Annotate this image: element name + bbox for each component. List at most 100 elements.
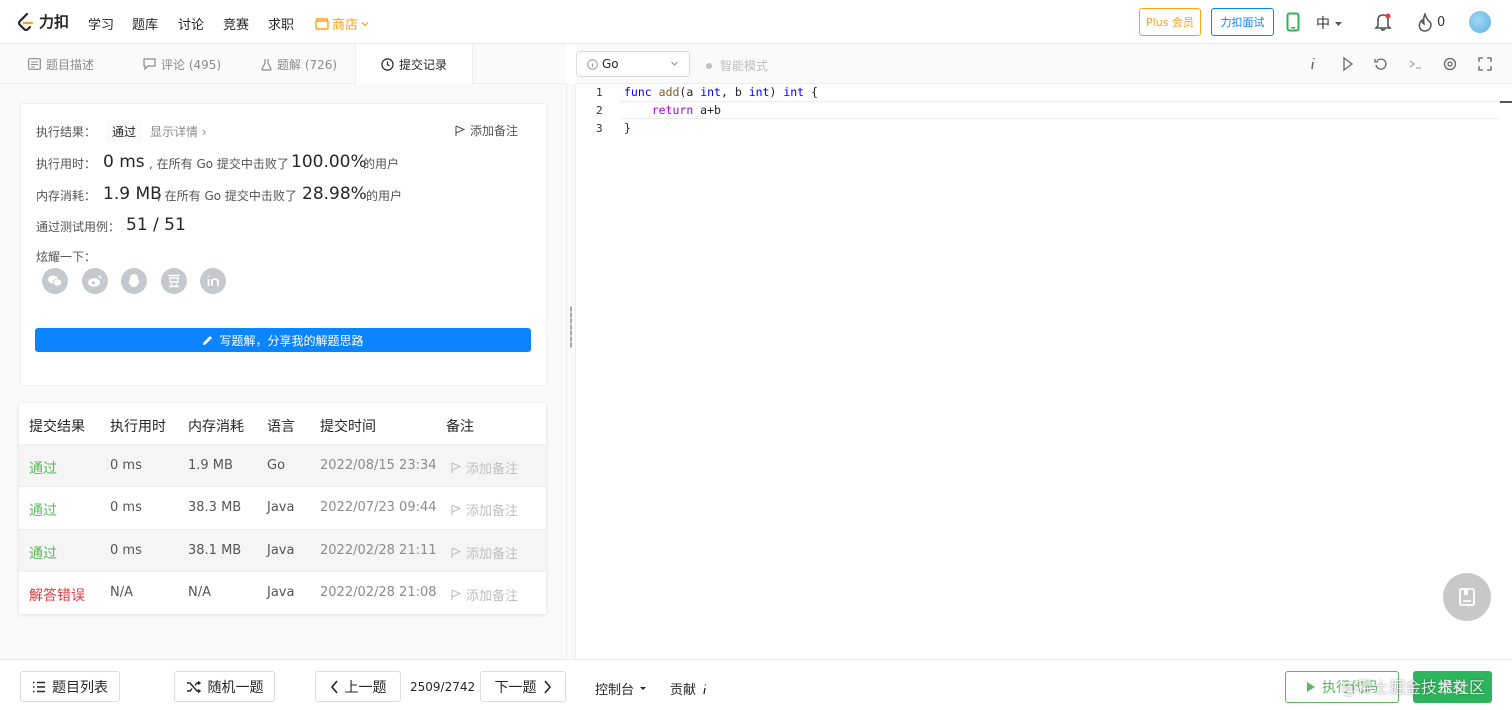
italic-info-icon	[703, 684, 707, 694]
line-number: 2	[596, 104, 603, 117]
table-row[interactable]: 通过 0 ms 38.1 MB Java 2022/02/28 21:11 添加…	[19, 529, 546, 571]
douban-icon[interactable]	[161, 268, 187, 294]
write-solution-button[interactable]: 写题解，分享我的解题思路	[35, 328, 531, 352]
submissions-table: 提交结果 执行用时 内存消耗 语言 提交时间 备注 通过 0 ms 1.9 MB…	[19, 403, 546, 614]
language-select[interactable]: Go	[576, 51, 690, 77]
interview-button[interactable]: 力扣面试	[1211, 8, 1274, 36]
nav-item-problems[interactable]: 题库	[132, 14, 158, 33]
caret-down-icon	[640, 687, 647, 690]
language-switch[interactable]: 中	[1316, 13, 1343, 33]
row-add-note[interactable]: 添加备注	[451, 458, 518, 477]
fullscreen-icon[interactable]	[1477, 56, 1493, 72]
row-result[interactable]: 通过	[29, 500, 57, 520]
memory-users-suffix: 的用户	[366, 189, 403, 203]
exec-result-label: 执行结果：	[36, 125, 97, 139]
info-circle-icon	[587, 58, 598, 70]
runtime-users-suffix: 的用户	[363, 157, 400, 171]
streak-count: 0	[1437, 15, 1446, 30]
panel-resizer[interactable]	[566, 84, 576, 659]
chevron-left-icon	[330, 679, 338, 694]
table-row[interactable]: 解答错误 N/A N/A Java 2022/02/28 21:08 添加备注	[19, 571, 546, 613]
nav-item-jobs[interactable]: 求职	[268, 14, 294, 33]
tab-solutions[interactable]: 题解 (726)	[261, 44, 337, 84]
show-detail-link[interactable]: 显示详情 ›	[150, 123, 207, 140]
watermark: @稀土掘金技术社区	[1341, 678, 1486, 697]
next-problem-button[interactable]: 下一题	[480, 671, 566, 702]
tab-submissions-label: 提交记录	[398, 58, 447, 72]
runtime-value: 0 ms	[103, 152, 145, 172]
gear-icon[interactable]	[1442, 56, 1458, 72]
scrollbar-marker	[1500, 101, 1512, 103]
row-add-note[interactable]: 添加备注	[451, 500, 518, 519]
table-header-note: 备注	[446, 419, 474, 435]
row-add-note[interactable]: 添加备注	[451, 585, 518, 604]
code-editor[interactable]: 1 2 3 func add(a int, b int) int { retur…	[576, 84, 1512, 659]
row-runtime: 0 ms	[110, 458, 142, 473]
plus-member-button[interactable]: Plus 会员	[1139, 8, 1201, 36]
smart-mode-toggle[interactable]: 智能模式	[706, 57, 768, 74]
mobile-icon[interactable]	[1286, 12, 1300, 32]
tab-comments-label: 评论 (495)	[161, 57, 222, 72]
avatar[interactable]	[1469, 11, 1491, 33]
nav-item-learn[interactable]: 学习	[88, 14, 114, 33]
logo-text: 力扣	[39, 13, 70, 31]
contribute-label: 贡献	[670, 683, 697, 698]
wechat-icon[interactable]	[42, 268, 68, 294]
table-row[interactable]: 通过 0 ms 38.3 MB Java 2022/07/23 09:44 添加…	[19, 486, 546, 528]
contribute-link[interactable]: 贡献	[670, 679, 708, 698]
row-note-label: 添加备注	[466, 589, 519, 604]
console-toggle[interactable]: 控制台	[595, 679, 647, 698]
table-row[interactable]: 通过 0 ms 1.9 MB Go 2022/08/15 23:34 添加备注	[19, 444, 546, 486]
row-memory: 1.9 MB	[188, 458, 233, 473]
flame-icon[interactable]	[1417, 13, 1433, 32]
reset-icon[interactable]	[1373, 56, 1389, 72]
memory-percentile: 28.98%	[302, 184, 367, 204]
problem-tabs: 题目描述 评论 (495) 题解 (726) 提交记录	[0, 44, 566, 85]
chevron-down-icon	[671, 61, 678, 66]
row-submit-time: 2022/02/28 21:11	[320, 543, 437, 558]
row-add-note[interactable]: 添加备注	[451, 543, 518, 562]
memory-value: 1.9 MB	[103, 184, 162, 204]
linkedin-icon[interactable]	[200, 268, 226, 294]
tab-comments[interactable]: 评论 (495)	[143, 44, 221, 84]
smart-mode-dot	[706, 62, 712, 69]
random-problem-label: 随机一题	[207, 679, 264, 696]
table-header-time: 提交时间	[320, 419, 376, 435]
row-memory: 38.3 MB	[188, 500, 242, 515]
memory-label: 内存消耗：	[36, 189, 97, 203]
row-note-label: 添加备注	[466, 547, 519, 562]
tab-submissions[interactable]: 提交记录	[355, 44, 473, 85]
tests-value: 51 / 51	[126, 215, 186, 235]
nav-item-contest[interactable]: 竞赛	[223, 14, 249, 33]
tab-description[interactable]: 题目描述	[28, 44, 94, 84]
store-icon	[315, 17, 329, 30]
row-runtime: 0 ms	[110, 500, 142, 515]
flask-icon	[261, 58, 272, 71]
prev-problem-button[interactable]: 上一题	[315, 671, 401, 702]
play-icon	[1307, 682, 1315, 692]
add-note-button[interactable]: 添加备注	[455, 122, 518, 139]
play-outline-icon[interactable]	[1342, 56, 1354, 72]
row-result[interactable]: 通过	[29, 543, 57, 563]
share-label: 炫耀一下：	[36, 250, 97, 264]
random-problem-button[interactable]: 随机一题	[174, 671, 275, 702]
qq-icon[interactable]	[121, 268, 147, 294]
bell-icon[interactable]	[1374, 12, 1392, 32]
resizer-grip	[570, 306, 572, 348]
store-label: 商店	[332, 18, 359, 33]
weibo-icon[interactable]	[82, 268, 108, 294]
status-badge: 通过	[106, 120, 143, 142]
row-result[interactable]: 解答错误	[29, 585, 85, 605]
nav-item-discuss[interactable]: 讨论	[178, 14, 204, 33]
notes-float-button[interactable]	[1443, 573, 1491, 621]
row-result[interactable]: 通过	[29, 458, 57, 478]
logo[interactable]: 力扣	[16, 11, 69, 32]
terminal-icon[interactable]	[1408, 56, 1424, 72]
problem-list-button[interactable]: 题目列表	[20, 671, 120, 702]
italic-info-icon[interactable]	[1308, 56, 1318, 72]
nav-item-store[interactable]: 商店	[315, 14, 369, 33]
next-problem-label: 下一题	[494, 679, 537, 696]
row-language: Go	[267, 458, 286, 473]
clock-icon	[381, 58, 394, 71]
memory-beat-text: , 在所有 Go 提交中击败了	[157, 189, 297, 203]
